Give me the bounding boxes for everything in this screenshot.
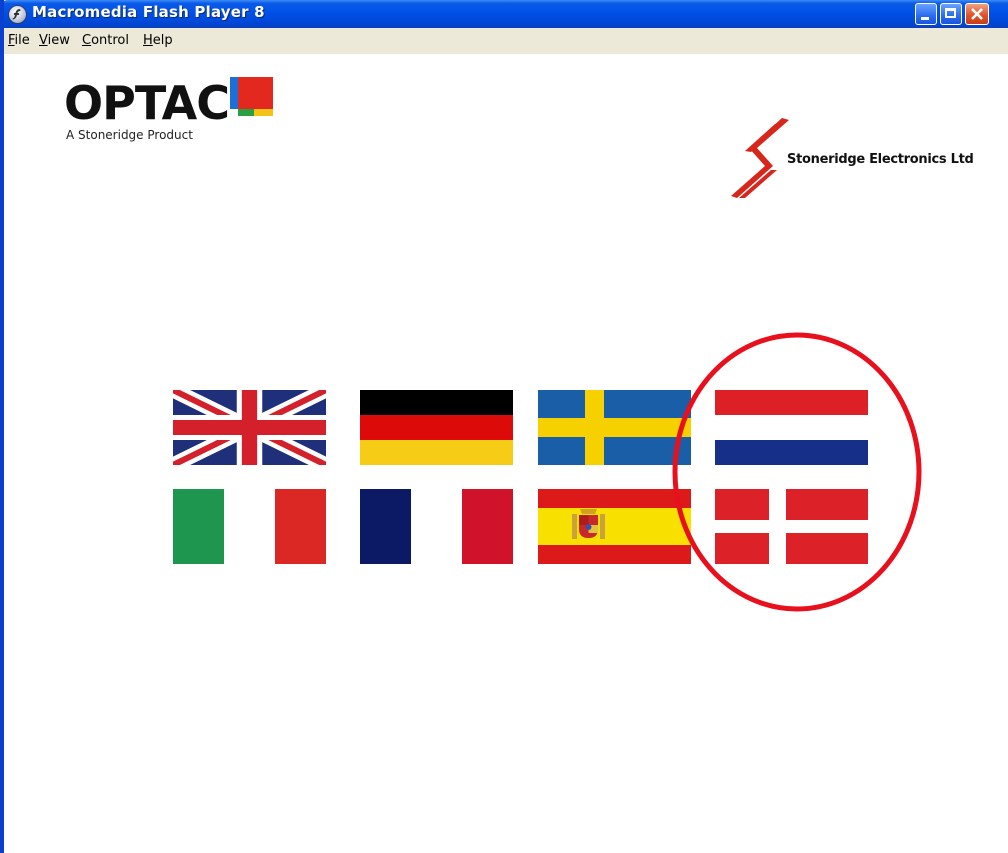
close-button[interactable]	[965, 3, 989, 25]
menu-control[interactable]: Control	[82, 33, 129, 48]
stoneridge-logo-text: Stoneridge Electronics Ltd	[787, 152, 974, 167]
optac-logo-text: OPTAC	[64, 76, 230, 130]
denmark-flag-icon	[715, 489, 868, 564]
netherlands-flag[interactable]	[715, 390, 868, 465]
flash-player-window: Macromedia Flash Player 8 File View Cont…	[0, 0, 1008, 853]
minimize-button[interactable]	[915, 3, 937, 25]
germany-flag-icon	[360, 390, 513, 465]
title-bar[interactable]: Macromedia Flash Player 8	[0, 0, 1008, 28]
maximize-button[interactable]	[940, 3, 962, 25]
menu-bar: File View Control Help	[4, 28, 1008, 54]
menu-help[interactable]: Help	[143, 33, 173, 48]
optac-logo-mark	[230, 77, 273, 116]
denmark-flag[interactable]	[715, 489, 868, 564]
flash-player-icon[interactable]	[8, 5, 27, 24]
italy-flag[interactable]	[173, 489, 326, 564]
uk-flag-icon	[173, 390, 326, 465]
italy-flag-icon	[173, 489, 326, 564]
close-icon	[971, 8, 983, 20]
spain-flag-icon	[538, 489, 691, 564]
sweden-flag-icon	[538, 390, 691, 465]
optac-tagline: A Stoneridge Product	[66, 128, 193, 142]
window-title: Macromedia Flash Player 8	[32, 3, 265, 21]
uk-flag[interactable]	[173, 390, 326, 465]
menu-file[interactable]: File	[8, 33, 30, 48]
netherlands-flag-icon	[715, 390, 868, 465]
spain-flag[interactable]	[538, 489, 691, 564]
germany-flag[interactable]	[360, 390, 513, 465]
france-flag-icon	[360, 489, 513, 564]
france-flag[interactable]	[360, 489, 513, 564]
menu-view[interactable]: View	[39, 33, 70, 48]
sweden-flag[interactable]	[538, 390, 691, 465]
